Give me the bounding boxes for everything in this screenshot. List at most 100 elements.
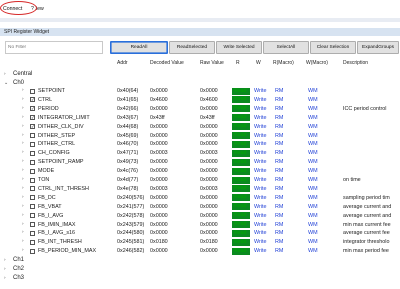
read-macro-button[interactable]: RM bbox=[275, 229, 283, 237]
register-decoded-value[interactable]: 0x0000 bbox=[150, 123, 168, 131]
write-macro-button[interactable]: WM bbox=[308, 114, 318, 122]
write-button[interactable]: Write bbox=[254, 203, 266, 211]
read-macro-button[interactable]: RM bbox=[275, 123, 283, 131]
chevron-right-icon[interactable]: › bbox=[22, 149, 24, 157]
write-button[interactable]: Write bbox=[254, 194, 266, 202]
row-checkbox[interactable] bbox=[30, 230, 35, 236]
register-decoded-value[interactable]: 0x0000 bbox=[150, 140, 168, 148]
write-button[interactable]: Write bbox=[254, 212, 266, 220]
menu-connect[interactable]: Connect bbox=[3, 6, 22, 12]
write-button[interactable]: Write bbox=[254, 149, 266, 157]
write-macro-button[interactable]: WM bbox=[308, 221, 318, 229]
register-decoded-value[interactable]: 0x0000 bbox=[150, 194, 168, 202]
group-ch3[interactable]: › Ch3 bbox=[0, 274, 400, 283]
write-macro-button[interactable]: WM bbox=[308, 203, 318, 211]
register-row[interactable]: › MODE 0x4c(76) 0x0000 0x0000 Read Write RM WM bbox=[0, 167, 400, 175]
read-macro-button[interactable]: RM bbox=[275, 140, 283, 148]
write-macro-button[interactable]: WM bbox=[308, 132, 318, 140]
read-button[interactable]: Read bbox=[232, 229, 250, 237]
write-selected-button[interactable]: Write Selected bbox=[216, 41, 262, 54]
write-button[interactable]: Write bbox=[254, 132, 266, 140]
read-button[interactable]: Read bbox=[232, 203, 250, 211]
write-macro-button[interactable]: WM bbox=[308, 158, 318, 166]
register-decoded-value[interactable]: 0x0000 bbox=[150, 229, 168, 237]
read-button[interactable]: Read bbox=[232, 87, 250, 95]
chevron-right-icon[interactable]: › bbox=[22, 185, 24, 193]
chevron-right-icon[interactable]: › bbox=[22, 132, 24, 140]
write-button[interactable]: Write bbox=[254, 114, 266, 122]
register-row[interactable]: › SETPOINT 0x40(64) 0x0000 0x0000 Read Write RM… bbox=[0, 87, 400, 95]
read-macro-button[interactable]: RM bbox=[275, 149, 283, 157]
register-raw-value[interactable]: 0x0000 bbox=[200, 212, 218, 220]
read-macro-button[interactable]: RM bbox=[275, 194, 283, 202]
read-macro-button[interactable]: RM bbox=[275, 158, 283, 166]
register-raw-value[interactable]: 0x0000 bbox=[200, 203, 218, 211]
row-checkbox[interactable] bbox=[30, 150, 35, 156]
write-button[interactable]: Write bbox=[254, 123, 266, 131]
write-macro-button[interactable]: WM bbox=[308, 123, 318, 131]
chevron-right-icon[interactable]: › bbox=[22, 167, 24, 175]
register-raw-value[interactable]: 0x0180 bbox=[200, 238, 218, 246]
register-raw-value[interactable]: 0x0000 bbox=[200, 132, 218, 140]
row-checkbox[interactable]: ✓ bbox=[30, 97, 35, 103]
register-row[interactable]: › ✓ DITHER_CLK_DIV 0x44(68) 0x0000 0x0000 Read… bbox=[0, 123, 400, 131]
row-checkbox[interactable] bbox=[30, 239, 35, 245]
write-button[interactable]: Write bbox=[254, 229, 266, 237]
row-checkbox[interactable]: ✓ bbox=[30, 124, 35, 130]
chevron-right-icon[interactable]: › bbox=[4, 265, 6, 274]
register-raw-value[interactable]: 0x0003 bbox=[200, 185, 218, 193]
chevron-right-icon[interactable]: › bbox=[4, 256, 6, 265]
row-checkbox[interactable]: ✓ bbox=[30, 115, 35, 121]
register-decoded-value[interactable]: 0x43ff bbox=[150, 114, 165, 122]
read-button[interactable]: Read bbox=[232, 132, 250, 139]
read-macro-button[interactable]: RM bbox=[275, 87, 283, 95]
read-button[interactable]: Read bbox=[232, 123, 250, 131]
row-checkbox[interactable]: ✓ bbox=[30, 106, 35, 112]
chevron-right-icon[interactable]: › bbox=[22, 194, 24, 202]
write-macro-button[interactable]: WM bbox=[308, 229, 318, 237]
row-checkbox[interactable] bbox=[30, 204, 35, 210]
chevron-right-icon[interactable]: › bbox=[22, 105, 24, 113]
menu-help[interactable]: ? bbox=[31, 6, 34, 12]
group-central[interactable]: › Central bbox=[0, 70, 400, 79]
register-decoded-value[interactable]: 0x0003 bbox=[150, 185, 168, 193]
write-button[interactable]: Write bbox=[254, 140, 266, 148]
filter-input[interactable] bbox=[5, 41, 103, 54]
write-button[interactable]: Write bbox=[254, 167, 266, 175]
register-decoded-value[interactable]: 0x0000 bbox=[150, 203, 168, 211]
read-macro-button[interactable]: RM bbox=[275, 176, 283, 184]
register-raw-value[interactable]: 0x0000 bbox=[200, 229, 218, 237]
register-row[interactable]: › FB_VBAT 0x241(577) 0x0000 0x0000 Read Write R… bbox=[0, 203, 400, 211]
read-button[interactable]: Read bbox=[232, 212, 250, 220]
write-button[interactable]: Write bbox=[254, 185, 266, 193]
row-checkbox[interactable] bbox=[30, 88, 35, 94]
chevron-right-icon[interactable]: › bbox=[22, 96, 24, 104]
chevron-right-icon[interactable]: › bbox=[22, 238, 24, 246]
register-decoded-value[interactable]: 0x0000 bbox=[150, 87, 168, 95]
register-raw-value[interactable]: 0x0000 bbox=[200, 87, 218, 95]
write-button[interactable]: Write bbox=[254, 87, 266, 95]
write-macro-button[interactable]: WM bbox=[308, 176, 318, 184]
chevron-right-icon[interactable]: › bbox=[22, 123, 24, 131]
read-macro-button[interactable]: RM bbox=[275, 203, 283, 211]
write-macro-button[interactable]: WM bbox=[308, 247, 318, 255]
row-checkbox[interactable] bbox=[30, 133, 35, 138]
write-macro-button[interactable]: WM bbox=[308, 194, 318, 202]
write-button[interactable]: Write bbox=[254, 176, 266, 184]
read-button[interactable]: Read bbox=[232, 194, 250, 202]
read-button[interactable]: Read bbox=[232, 238, 250, 246]
register-row[interactable]: › CH_CONFIG 0x47(71) 0x0003 0x0003 Read Write R… bbox=[0, 149, 400, 157]
menu-view[interactable]: iew bbox=[36, 6, 44, 12]
register-raw-value[interactable]: 0x0000 bbox=[200, 221, 218, 229]
group-ch2[interactable]: › Ch2 bbox=[0, 265, 400, 274]
register-decoded-value[interactable]: 0x0000 bbox=[150, 176, 168, 184]
chevron-right-icon[interactable]: › bbox=[22, 176, 24, 184]
read-button[interactable]: Read bbox=[232, 149, 250, 157]
write-macro-button[interactable]: WM bbox=[308, 238, 318, 246]
register-raw-value[interactable]: 0x0003 bbox=[200, 149, 218, 157]
read-macro-button[interactable]: RM bbox=[275, 185, 283, 193]
write-button[interactable]: Write bbox=[254, 96, 266, 104]
chevron-right-icon[interactable]: › bbox=[22, 221, 24, 229]
read-button[interactable]: Read bbox=[232, 96, 250, 104]
write-macro-button[interactable]: WM bbox=[308, 212, 318, 220]
